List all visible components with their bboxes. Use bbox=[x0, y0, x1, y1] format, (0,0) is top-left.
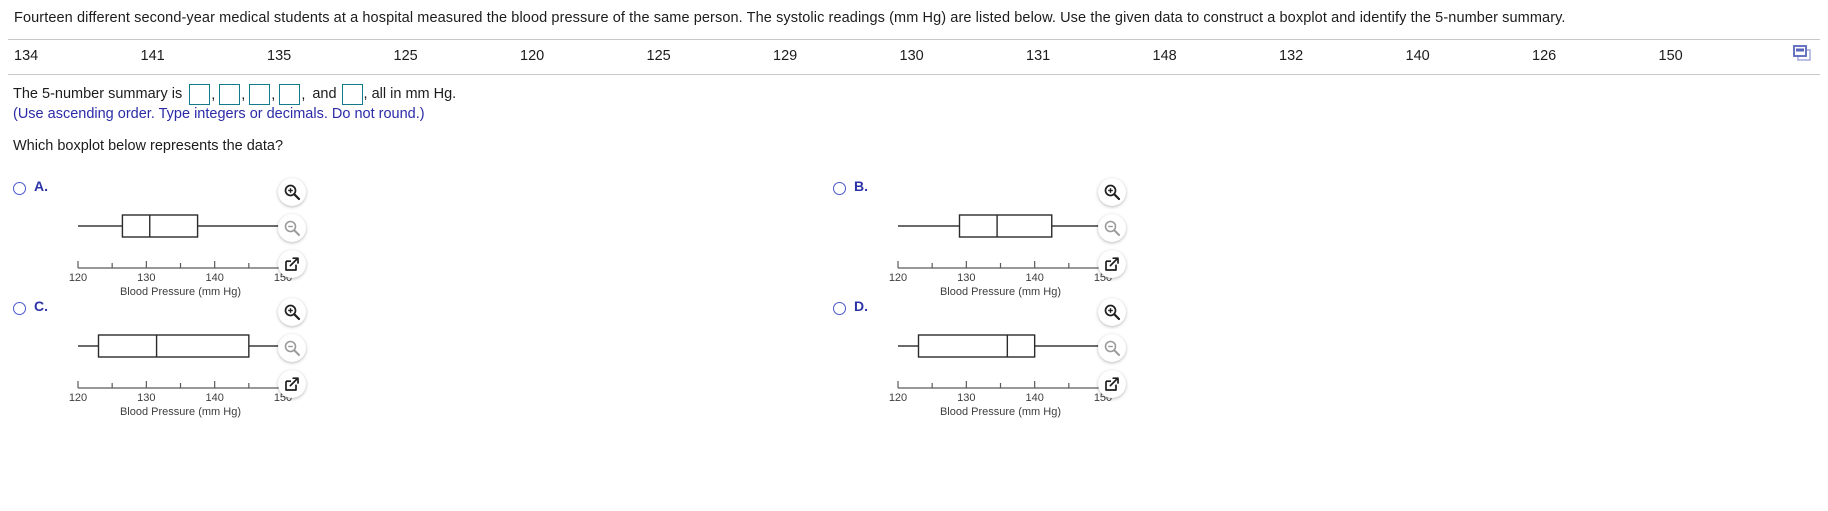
boxplot-box bbox=[958, 214, 1053, 238]
data-value-2: 141 bbox=[140, 48, 165, 64]
comma-4: , bbox=[301, 86, 306, 103]
choice-c-zoom-in-icon[interactable] bbox=[278, 298, 306, 326]
boxplot-axis bbox=[77, 381, 284, 389]
choice-d-zoom-out-icon[interactable] bbox=[1098, 334, 1126, 362]
five-number-summary-answer-line: The 5-number summary is , , , , and , al… bbox=[13, 84, 456, 105]
summary-blank-4[interactable] bbox=[279, 84, 301, 105]
choice-a-expand-icon[interactable] bbox=[278, 250, 306, 278]
choice-d-boxplot: 120 130 140 150 Blood Pressure (mm Hg) bbox=[880, 316, 1120, 426]
choice-b-letter: B. bbox=[854, 178, 868, 194]
copy-data-icon[interactable] bbox=[1792, 44, 1814, 64]
data-value-3: 135 bbox=[267, 48, 292, 64]
data-value-6: 125 bbox=[646, 48, 671, 64]
svg-text:120: 120 bbox=[69, 272, 87, 284]
data-value-11: 132 bbox=[1279, 48, 1304, 64]
boxplot-axis bbox=[77, 261, 284, 269]
boxplot-axis bbox=[897, 261, 1104, 269]
data-value-5: 120 bbox=[520, 48, 545, 64]
data-value-12: 140 bbox=[1405, 48, 1430, 64]
boxplot-axis-label: Blood Pressure (mm Hg) bbox=[120, 286, 241, 298]
choice-c-letter: C. bbox=[34, 298, 48, 314]
svg-text:120: 120 bbox=[889, 272, 907, 284]
summary-blank-3[interactable] bbox=[249, 84, 271, 105]
boxplot-axis bbox=[897, 381, 1104, 389]
svg-text:130: 130 bbox=[137, 392, 155, 404]
answer-format-hint: (Use ascending order. Type integers or d… bbox=[13, 106, 425, 122]
choice-b-zoom-in-icon[interactable] bbox=[1098, 178, 1126, 206]
data-value-9: 131 bbox=[1026, 48, 1051, 64]
choice-c-radio[interactable] bbox=[13, 302, 26, 315]
summary-blank-5[interactable] bbox=[341, 84, 363, 105]
comma-3: , bbox=[271, 86, 276, 103]
comma-2: , bbox=[241, 86, 246, 103]
choice-c-boxplot: 120 130 140 150 Blood Pressure (mm Hg) bbox=[60, 316, 300, 426]
question-stem: Fourteen different second-year medical s… bbox=[14, 10, 1566, 26]
boxplot-axis-label: Blood Pressure (mm Hg) bbox=[940, 286, 1061, 298]
answer-units-label: , all in mm Hg. bbox=[363, 86, 457, 103]
svg-text:130: 130 bbox=[957, 272, 975, 284]
boxplot-prompt: Which boxplot below represents the data? bbox=[13, 138, 284, 154]
choice-d[interactable]: D. 120 130 140 150 Blood Pressure (mm Hg) bbox=[820, 298, 1700, 438]
choice-c-expand-icon[interactable] bbox=[278, 370, 306, 398]
choice-d-zoom-in-icon[interactable] bbox=[1098, 298, 1126, 326]
comma-1: , bbox=[211, 86, 216, 103]
svg-text:140: 140 bbox=[1025, 272, 1043, 284]
data-value-10: 148 bbox=[1152, 48, 1177, 64]
data-value-13: 126 bbox=[1532, 48, 1557, 64]
choice-a-zoom-in-icon[interactable] bbox=[278, 178, 306, 206]
data-value-14: 150 bbox=[1658, 48, 1683, 64]
svg-text:120: 120 bbox=[69, 392, 87, 404]
summary-blank-1[interactable] bbox=[189, 84, 211, 105]
svg-text:140: 140 bbox=[205, 272, 223, 284]
svg-text:120: 120 bbox=[889, 392, 907, 404]
choice-a-letter: A. bbox=[34, 178, 48, 194]
boxplot-tick-labels: 120 130 140 150 bbox=[69, 392, 292, 404]
choice-a-zoom-out-icon[interactable] bbox=[278, 214, 306, 242]
choice-b-zoom-out-icon[interactable] bbox=[1098, 214, 1126, 242]
choice-b-expand-icon[interactable] bbox=[1098, 250, 1126, 278]
choice-c[interactable]: C. 120 130 140 150 Blood Pressure (mm Hg) bbox=[0, 298, 880, 438]
summary-blank-2[interactable] bbox=[219, 84, 241, 105]
svg-text:130: 130 bbox=[957, 392, 975, 404]
boxplot-box bbox=[97, 334, 250, 358]
divider-top bbox=[8, 39, 1820, 40]
boxplot-axis-label: Blood Pressure (mm Hg) bbox=[940, 406, 1061, 418]
divider-bottom bbox=[8, 74, 1820, 75]
choice-a[interactable]: A. 120 130 140 150 Blood Pressure (mm Hg) bbox=[0, 178, 880, 318]
boxplot-tick-labels: 120 130 140 150 bbox=[69, 272, 292, 284]
choice-b[interactable]: B. 120 130 140 150 Blood Pressure (mm Hg) bbox=[820, 178, 1700, 318]
answer-and-label: and bbox=[312, 86, 337, 103]
data-value-4: 125 bbox=[393, 48, 418, 64]
boxplot-box bbox=[121, 214, 199, 238]
data-value-1: 134 bbox=[14, 48, 39, 64]
svg-text:130: 130 bbox=[137, 272, 155, 284]
svg-text:140: 140 bbox=[1025, 392, 1043, 404]
boxplot-tick-labels: 120 130 140 150 bbox=[889, 272, 1112, 284]
choice-c-zoom-out-icon[interactable] bbox=[278, 334, 306, 362]
data-values-row: 134 141 135 125 120 125 129 130 131 148 132 140 126 1… bbox=[0, 38, 1828, 76]
choice-d-radio[interactable] bbox=[833, 302, 846, 315]
data-value-8: 130 bbox=[899, 48, 924, 64]
choice-b-boxplot: 120 130 140 150 Blood Pressure (mm Hg) bbox=[880, 196, 1120, 306]
answer-prefix-label: The 5-number summary is bbox=[13, 86, 183, 103]
choice-b-radio[interactable] bbox=[833, 182, 846, 195]
choice-a-boxplot: 120 130 140 150 Blood Pressure (mm Hg) bbox=[60, 196, 300, 306]
data-value-7: 129 bbox=[773, 48, 798, 64]
boxplot-box bbox=[917, 334, 1036, 358]
boxplot-tick-labels: 120 130 140 150 bbox=[889, 392, 1112, 404]
boxplot-axis-label: Blood Pressure (mm Hg) bbox=[120, 406, 241, 418]
choice-a-radio[interactable] bbox=[13, 182, 26, 195]
choice-d-expand-icon[interactable] bbox=[1098, 370, 1126, 398]
choice-d-letter: D. bbox=[854, 298, 868, 314]
svg-text:140: 140 bbox=[205, 392, 223, 404]
